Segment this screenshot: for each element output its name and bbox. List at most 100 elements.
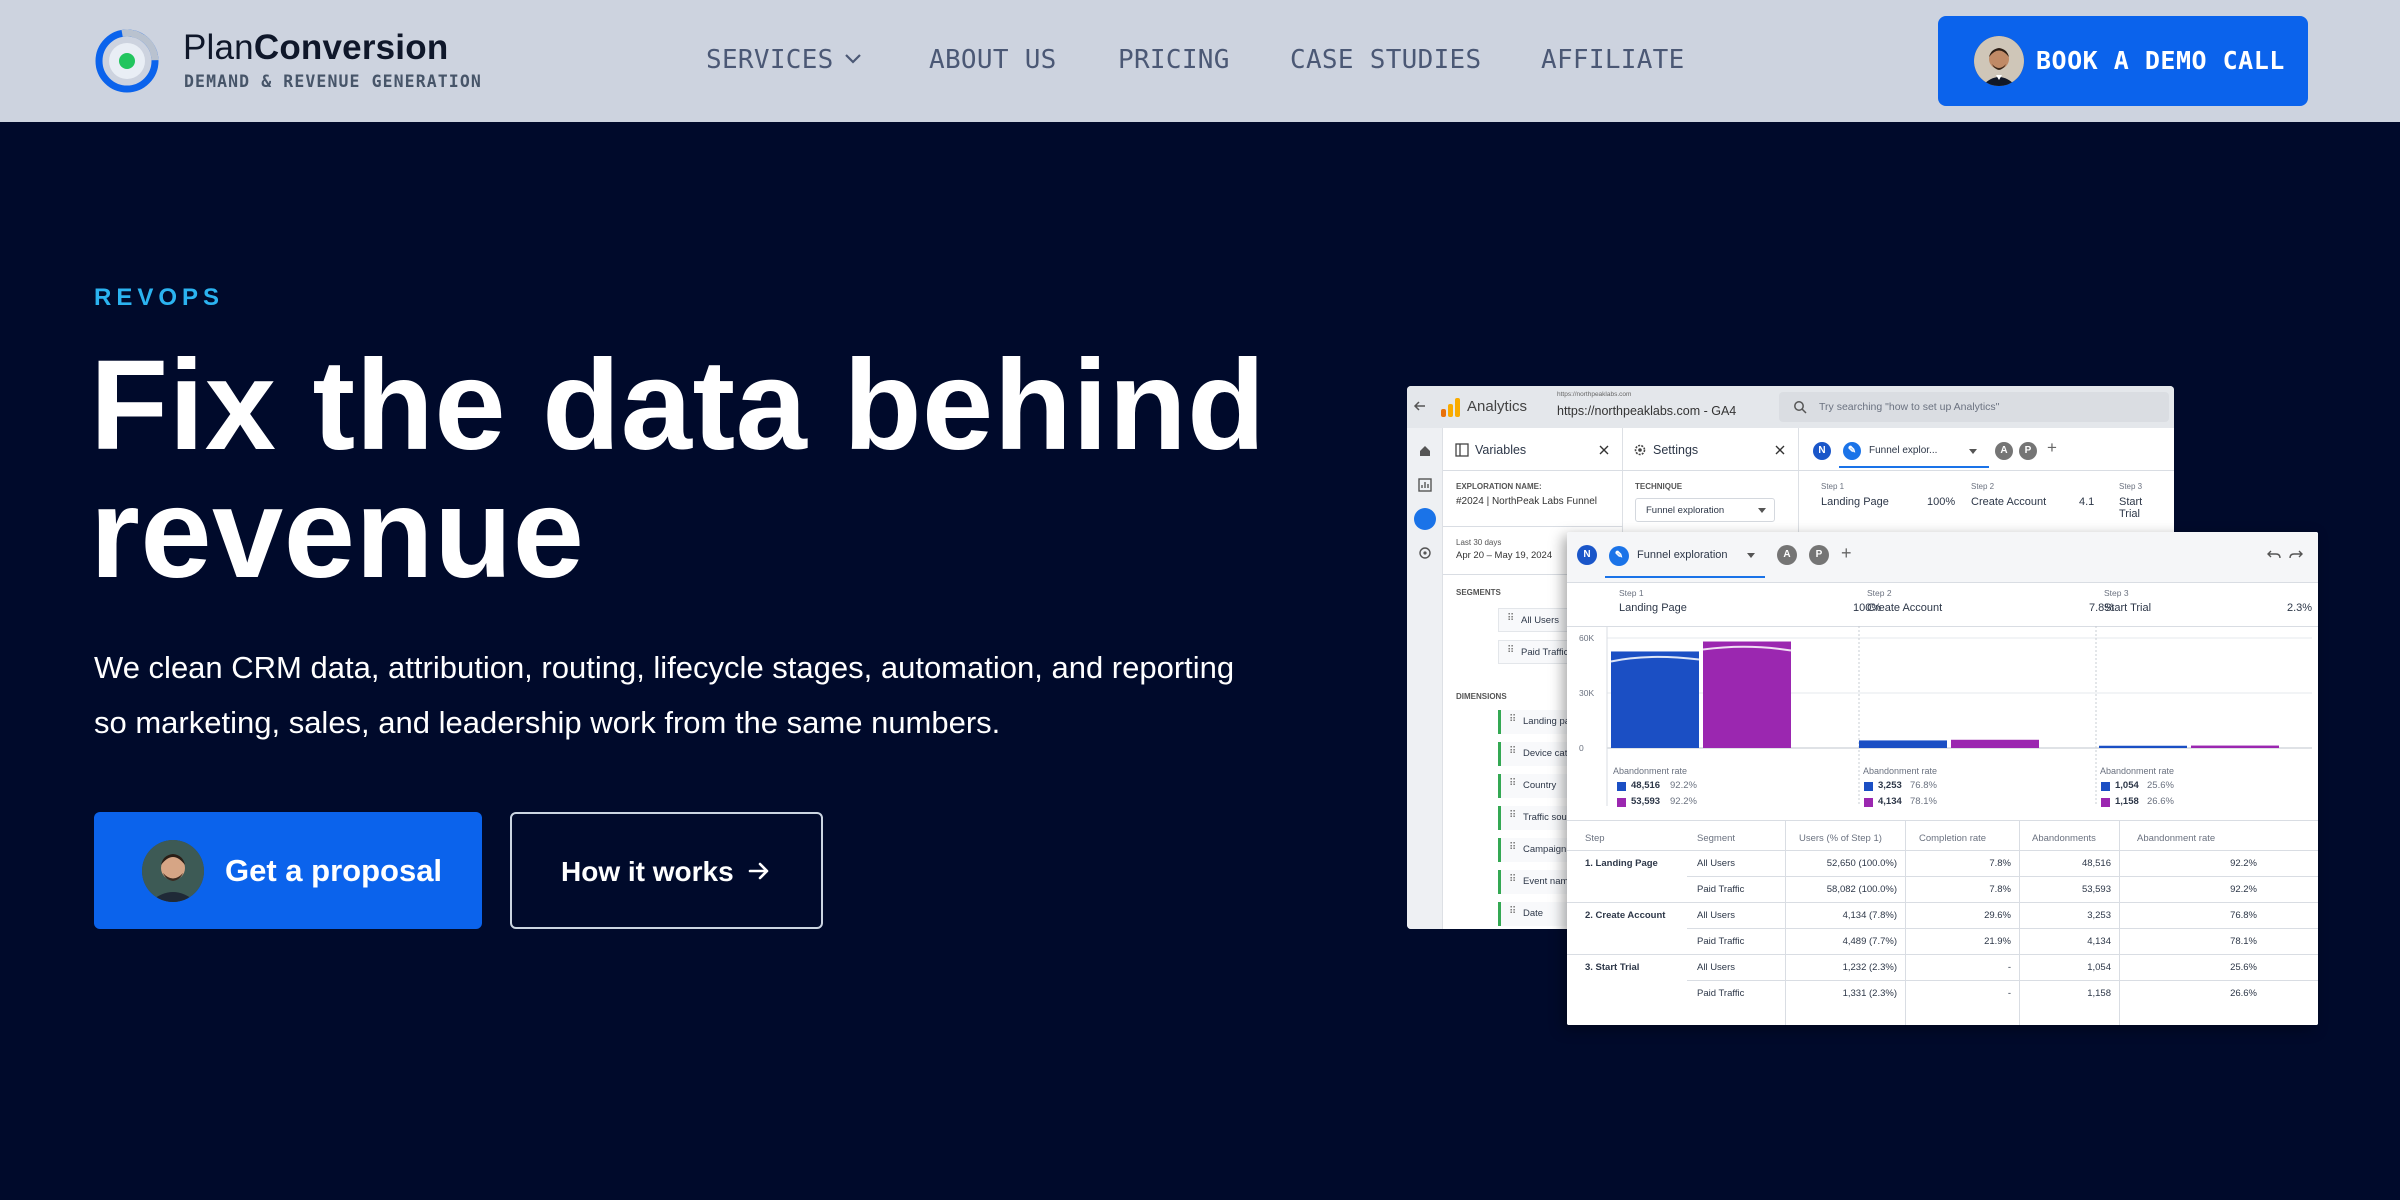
table-cell: 4,134: [2087, 936, 2111, 947]
exploration-name[interactable]: #2024 | NorthPeak Labs Funnel: [1456, 496, 1597, 507]
abandonment-label: Abandonment rate: [1863, 766, 1938, 776]
abandonment-value: 1,158: [2115, 796, 2139, 807]
hero-subtext: We clean CRM data, attribution, routing,…: [94, 650, 1235, 740]
nav-services[interactable]: SERVICES: [706, 45, 862, 75]
reports-icon[interactable]: [1418, 478, 1432, 492]
table-row[interactable]: 3. Start Trial All Users 1,232 (2.3%) - 1,05…: [1567, 954, 2318, 980]
avatar: A: [1777, 545, 1797, 565]
abandonment-pct: 26.6%: [2147, 796, 2174, 807]
analytics-search[interactable]: Try searching "how to set up Analytics": [1779, 392, 2169, 422]
abandonment-value: 48,516: [1631, 780, 1661, 791]
table-row[interactable]: Paid Traffic 1,331 (2.3%) - 1,158 26.6%: [1567, 980, 2318, 1006]
caret-down-icon: [1747, 553, 1755, 558]
table-cell: 7.8%: [1989, 858, 2011, 869]
divider: [1799, 470, 2174, 471]
date-range[interactable]: Apr 20 – May 19, 2024: [1456, 550, 1552, 561]
table-cell: 3,253: [2087, 910, 2111, 921]
back-arrow-icon: [1413, 401, 1425, 411]
how-it-works-button[interactable]: How it works: [510, 812, 823, 929]
close-icon[interactable]: [1775, 445, 1785, 455]
edit-icon: ✎: [1843, 442, 1861, 460]
y-tick-label: 0: [1579, 743, 1584, 753]
abandonment-value: 3,253: [1878, 780, 1902, 791]
advertising-icon[interactable]: [1418, 546, 1432, 560]
hero-headline: Fix the data behind revenue: [90, 334, 1266, 605]
bar-paid-traffic: [2191, 745, 2279, 748]
abandonment-value: 1,054: [2115, 780, 2139, 791]
arrow-right-icon: [748, 862, 769, 880]
nav-about-us[interactable]: ABOUT US: [929, 45, 1057, 75]
nav-pricing[interactable]: PRICING: [1118, 45, 1230, 75]
table-cell: -: [2007, 988, 2011, 999]
avatar: [142, 840, 204, 902]
logo-icon[interactable]: [94, 28, 160, 94]
table-header: Step: [1585, 833, 1605, 844]
legend-swatch-paid-traffic: [2101, 798, 2110, 807]
add-tab-icon[interactable]: +: [2047, 438, 2057, 458]
table-cell: -: [2007, 962, 2011, 973]
abandonment-value: 4,134: [1878, 796, 1902, 807]
table-header: Completion rate: [1919, 833, 1987, 844]
divider: [1623, 470, 1799, 471]
step-label: Step 3: [2104, 588, 2129, 598]
table-cell: 76.8%: [2230, 910, 2257, 921]
table-cell: 1,054: [2087, 962, 2111, 973]
table-cell: 1,158: [2087, 988, 2111, 999]
tab-funnel-exploration[interactable]: ✎ Funnel exploration: [1605, 536, 1765, 578]
nav-affiliate[interactable]: AFFILIATE: [1541, 45, 1685, 75]
abandonment-pct: 92.2%: [1670, 780, 1697, 791]
step-name: Landing Page: [1619, 602, 1687, 614]
table-cell: 4,134 (7.8%): [1842, 910, 1897, 921]
explore-icon[interactable]: [1414, 508, 1436, 530]
step-pct: 100%: [1927, 496, 1956, 508]
brand-name[interactable]: PlanConversion: [183, 28, 448, 68]
legend-swatch-paid-traffic: [1864, 798, 1873, 807]
legend-swatch-all-users: [1617, 782, 1626, 791]
bar-all-users: [2099, 745, 2187, 748]
get-proposal-button[interactable]: Get a proposal: [94, 812, 482, 929]
abandonment-label: Abandonment rate: [2100, 766, 2175, 776]
step-label: Step 1: [1619, 588, 1644, 598]
avatar: P: [2019, 442, 2037, 460]
abandonment-pct: 76.8%: [1910, 780, 1937, 791]
table-row[interactable]: 1. Landing Page All Users 52,650 (100.0%) 7…: [1567, 850, 2318, 876]
home-icon[interactable]: [1418, 444, 1432, 458]
add-tab-icon[interactable]: +: [1841, 543, 1852, 564]
table-row[interactable]: Paid Traffic 4,489 (7.7%) 21.9% 4,134 78.1%: [1567, 928, 2318, 954]
table-row[interactable]: 2. Create Account All Users 4,134 (7.8%) 29…: [1567, 902, 2318, 928]
table-header: Users (% of Step 1): [1799, 833, 1882, 844]
technique-select[interactable]: Funnel exploration: [1635, 498, 1775, 522]
dimensions-label: DIMENSIONS: [1456, 692, 1507, 701]
avatar: N: [1577, 545, 1597, 565]
segments-label: SEGMENTS: [1456, 588, 1501, 597]
how-it-works-label: How it works: [561, 856, 734, 887]
table-row[interactable]: Paid Traffic 58,082 (100.0%) 7.8% 53,593 92.…: [1567, 876, 2318, 902]
tab-funnel-exploration[interactable]: ✎ Funnel explor...: [1839, 436, 1989, 468]
abandonment-pct: 25.6%: [2147, 780, 2174, 791]
table-header: Segment: [1697, 833, 1736, 844]
get-proposal-label: Get a proposal: [225, 853, 443, 888]
avatar: [1974, 36, 2024, 86]
table-cell: All Users: [1697, 962, 1736, 973]
table-cell: Paid Traffic: [1697, 988, 1745, 999]
table-cell: 7.8%: [1989, 884, 2011, 895]
table-cell: 26.6%: [2230, 988, 2257, 999]
book-demo-button[interactable]: BOOK A DEMO CALL: [1938, 16, 2308, 106]
table-cell: Paid Traffic: [1697, 936, 1745, 947]
y-tick-label: 30K: [1579, 688, 1594, 698]
table-cell: 29.6%: [1984, 910, 2011, 921]
chevron-down-icon: [844, 53, 861, 64]
redo-icon[interactable]: [2289, 548, 2303, 562]
settings-title: Settings: [1653, 443, 1699, 457]
legend-swatch-paid-traffic: [1617, 798, 1626, 807]
analytics-app-name: Analytics: [1467, 398, 1528, 415]
nav-case-studies[interactable]: CASE STUDIES: [1290, 45, 1481, 75]
undo-icon[interactable]: [2267, 548, 2281, 562]
divider: [1443, 526, 1623, 527]
table-cell: All Users: [1697, 858, 1736, 869]
abandonment-label: Abandonment rate: [1613, 766, 1688, 776]
funnel-chart: 60K 30K 0: [1579, 626, 2312, 806]
close-icon[interactable]: [1599, 445, 1609, 455]
table-cell: 3. Start Trial: [1585, 962, 1640, 973]
legend-swatch-all-users: [2101, 782, 2110, 791]
